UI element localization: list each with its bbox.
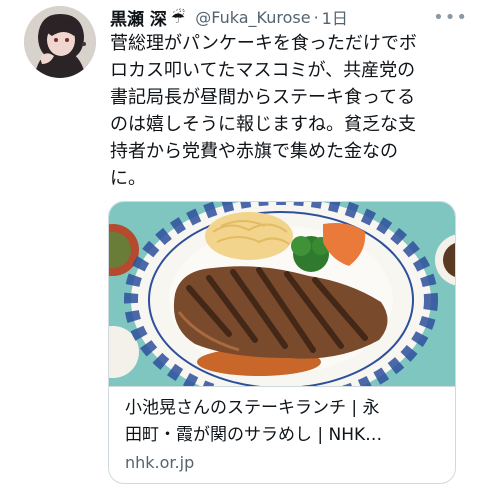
meta-separator: · bbox=[313, 7, 319, 27]
tweet-text-line: 持者から党費や赤旗で集めた金なの bbox=[110, 141, 398, 162]
tweet-header: 黒瀬 深 ☔ @Fuka_Kurose · 1日 ••• bbox=[110, 4, 468, 30]
avatar[interactable] bbox=[24, 6, 96, 78]
tweet-text-line: ロカス叩いてたマスコミが、共産党の bbox=[110, 60, 416, 81]
card-title-line: 田町・霞が関のサラめし | NHK… bbox=[125, 425, 383, 445]
card-info[interactable]: 小池晃さんのステーキランチ | 永 田町・霞が関のサラめし | NHK… nhk… bbox=[109, 386, 455, 483]
display-name[interactable]: 黒瀬 深 bbox=[110, 5, 167, 30]
tweet-text: 菅総理がパンケーキを食っただけでボ ロカス叩いてたマスコミが、共産党の 書記局長… bbox=[110, 30, 460, 192]
umbrella-rain-icon: ☔ bbox=[170, 7, 186, 27]
timestamp[interactable]: 1日 bbox=[322, 5, 348, 29]
tweet-text-line: 書記局長が昼間からステーキ食ってる bbox=[110, 87, 416, 108]
handle[interactable]: @Fuka_Kurose bbox=[195, 8, 310, 27]
card-domain: nhk.or.jp bbox=[125, 453, 195, 472]
link-card[interactable]: 小池晃さんのステーキランチ | 永 田町・霞が関のサラめし | NHK… nhk… bbox=[108, 201, 456, 484]
card-image[interactable] bbox=[109, 202, 455, 409]
card-title-line: 小池晃さんのステーキランチ | 永 bbox=[125, 398, 380, 418]
more-horizontal-icon[interactable]: ••• bbox=[433, 7, 468, 28]
tweet[interactable]: 黒瀬 深 ☔ @Fuka_Kurose · 1日 ••• 菅総理がパンケーキを食… bbox=[0, 0, 480, 493]
tweet-text-line: に。 bbox=[110, 168, 146, 189]
tweet-text-line: 菅総理がパンケーキを食っただけでボ bbox=[110, 33, 417, 54]
tweet-text-line: のは嬉しそうに報じますね。貧乏な支 bbox=[110, 114, 416, 135]
